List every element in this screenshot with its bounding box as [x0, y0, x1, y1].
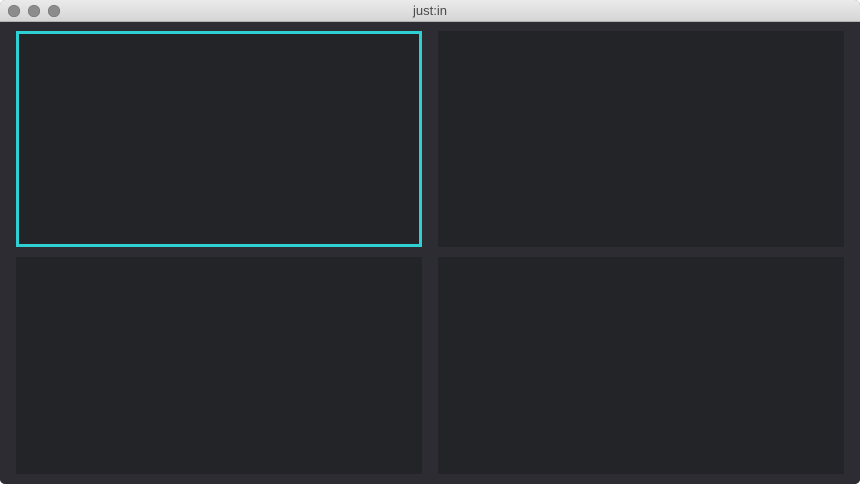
- grid-pane-3[interactable]: [16, 257, 422, 474]
- grid-pane-1[interactable]: [16, 31, 422, 247]
- window-title: just:in: [413, 3, 447, 18]
- grid-pane-2[interactable]: [438, 31, 844, 247]
- app-window: just:in: [0, 0, 860, 484]
- title-bar[interactable]: just:in: [0, 0, 860, 22]
- video-grid: [0, 22, 860, 484]
- grid-pane-4[interactable]: [438, 257, 844, 474]
